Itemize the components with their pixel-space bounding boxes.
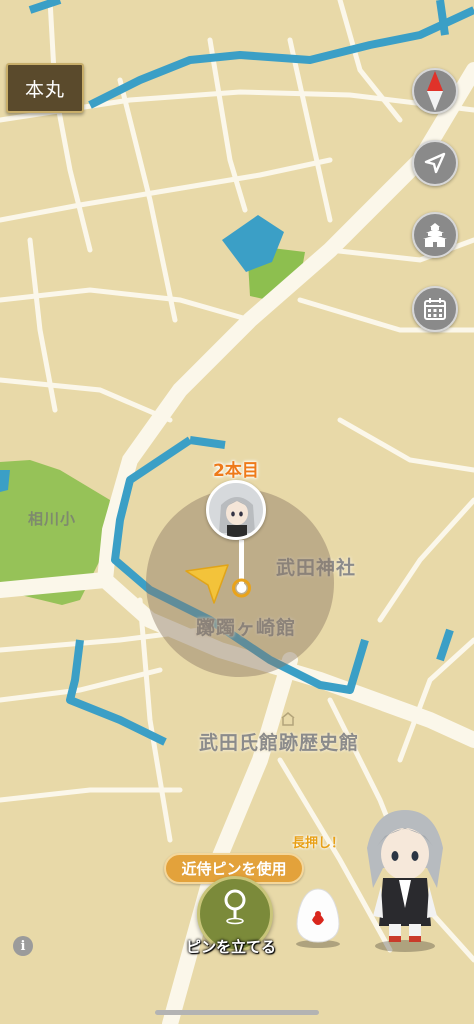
- info-label: i: [20, 938, 26, 954]
- locate-button[interactable]: [412, 140, 458, 186]
- pin-avatar[interactable]: [206, 480, 266, 540]
- castle-button[interactable]: [412, 212, 458, 258]
- pin-icon: [224, 889, 246, 925]
- calendar-button[interactable]: [412, 286, 458, 332]
- pin-stick: [232, 540, 251, 598]
- info-icon[interactable]: i: [13, 936, 33, 956]
- honmaru-button[interactable]: 本丸: [6, 63, 84, 113]
- museum-label: 武田氏館跡歴史館: [199, 732, 360, 754]
- location-arrow-icon: [424, 152, 446, 174]
- attendant-character[interactable]: [355, 808, 455, 954]
- honmaru-label: 本丸: [24, 78, 65, 101]
- home-indicator: [155, 1010, 319, 1015]
- calendar-icon: [424, 298, 446, 320]
- character-avatar-icon: [209, 483, 263, 537]
- long-press-hint: 長押し！: [292, 836, 345, 851]
- museum-marker-icon: [281, 712, 295, 726]
- compass-icon: [427, 71, 443, 111]
- school-label: 相川小: [28, 510, 77, 528]
- character-icon: [367, 810, 443, 952]
- user-location-arrow-icon: [185, 564, 229, 604]
- compass-button[interactable]: [412, 68, 458, 114]
- egg-icon: [296, 888, 340, 948]
- place-pin-label: ピンを立てる: [186, 938, 277, 956]
- egg-item[interactable]: [292, 886, 344, 948]
- castle-icon: [423, 223, 447, 247]
- pin-count-label: 2本目: [213, 461, 259, 481]
